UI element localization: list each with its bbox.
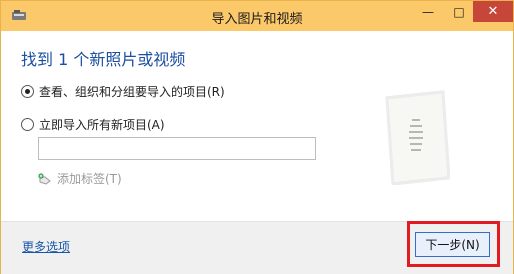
dialog-content: 找到 1 个新照片或视频 查看、组织和分组要导入的项目(R) 立即导入所有新项目… xyxy=(8,31,506,221)
option-import-all[interactable]: 立即导入所有新项目(A) xyxy=(21,116,165,133)
add-tag-label: 添加标签(T) xyxy=(57,172,122,186)
photo-preview-thumbnail xyxy=(385,90,450,185)
review-label[interactable]: 查看、组织和分组要导入的项目(R) xyxy=(39,83,225,100)
found-items-heading: 找到 1 个新照片或视频 xyxy=(21,50,186,69)
minimize-button[interactable]: — xyxy=(413,1,443,22)
import-all-label[interactable]: 立即导入所有新项目(A) xyxy=(39,116,165,133)
tag-input[interactable] xyxy=(38,137,316,160)
import-dialog-window: 导入图片和视频 — □ ✕ 找到 1 个新照片或视频 查看、组织和分组要导入的项… xyxy=(0,0,514,274)
tag-add-icon xyxy=(38,172,51,185)
more-options-link[interactable]: 更多选项 xyxy=(22,238,70,255)
import-all-radio[interactable] xyxy=(21,118,34,131)
dialog-footer: 更多选项 下一步(N) xyxy=(1,221,513,274)
option-review-organize[interactable]: 查看、组织和分组要导入的项目(R) xyxy=(21,83,225,100)
add-tag-link: 添加标签(T) xyxy=(38,170,122,187)
title-bar[interactable]: 导入图片和视频 — □ ✕ xyxy=(1,1,513,31)
close-button[interactable]: ✕ xyxy=(473,1,513,22)
review-radio[interactable] xyxy=(21,85,34,98)
next-button[interactable]: 下一步(N) xyxy=(415,232,490,257)
maximize-button[interactable]: □ xyxy=(444,1,474,22)
